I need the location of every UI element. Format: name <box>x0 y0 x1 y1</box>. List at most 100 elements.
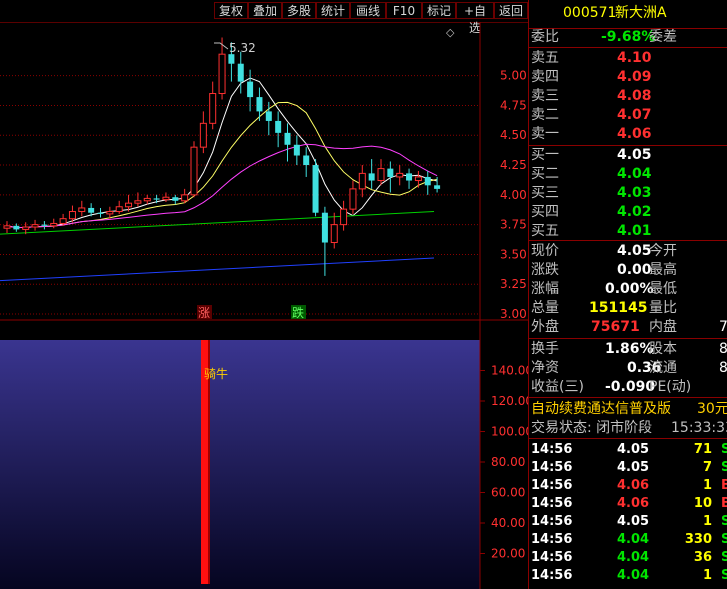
candle-body <box>424 176 431 186</box>
diamond-icon[interactable]: ◇ <box>446 26 455 39</box>
stat-row: 现价 4.05 今开 <box>529 242 727 261</box>
candle-body <box>106 211 114 215</box>
stat-label2: 最高 <box>649 262 677 278</box>
price-tick-label: 4.50 <box>500 128 527 142</box>
tick-row[interactable]: 14:56 4.05 71 S <box>529 441 727 459</box>
up-marker: 涨 <box>198 305 210 320</box>
candle-body <box>78 207 86 213</box>
ask-label: 卖三 <box>531 88 559 104</box>
candle-body <box>88 207 95 213</box>
tick-time: 14:56 <box>531 568 573 583</box>
stat-row: 净资 0.36 流通 8 <box>529 359 727 378</box>
promo-row[interactable]: 自动续费通达信普及版 30元 <box>529 400 727 419</box>
tick-price: 4.05 <box>617 514 650 529</box>
overlay-button[interactable]: 叠加 <box>248 2 282 19</box>
stat-label: 收益(三) <box>531 379 584 395</box>
stat-row: 总量 151145 量比 <box>529 299 727 318</box>
ask-price: 4.10 <box>617 50 652 66</box>
stock-code: 000571 <box>563 5 617 21</box>
promo-price[interactable]: 30元 <box>697 400 727 419</box>
bid-label: 买五 <box>531 223 559 239</box>
stat-label: 涨幅 <box>531 281 559 297</box>
indicator-axis-labels: 140.00 120.00 100.00 80.00 60.00 40.00 20.00 <box>480 364 528 561</box>
divider <box>529 338 727 339</box>
stat-label: 总量 <box>531 300 559 316</box>
back-button[interactable]: 返回 <box>494 2 528 19</box>
price-tick-label: 3.50 <box>500 247 527 261</box>
multi-stock-button[interactable]: 多股 <box>282 2 316 19</box>
tick-volume: 36 <box>693 550 712 565</box>
mark-button[interactable]: 标记 <box>422 2 456 19</box>
tick-price: 4.05 <box>617 460 650 475</box>
stat-value: 4.05 <box>617 243 652 259</box>
stat-value2: 7 <box>719 319 727 335</box>
weibi-row: 委比 -9.68% 委差 <box>529 28 727 47</box>
bid-label: 买二 <box>531 166 559 182</box>
weibi-value: -9.68% <box>601 29 656 45</box>
stat-label: 外盘 <box>531 319 559 335</box>
statistics-button[interactable]: 统计 <box>316 2 350 19</box>
signal-label: 骑牛 <box>204 366 228 381</box>
promo-text[interactable]: 自动续费通达信普及版 <box>531 400 671 419</box>
tick-row[interactable]: 14:56 4.05 1 S <box>529 513 727 531</box>
stat-label: 现价 <box>531 243 559 259</box>
divider <box>529 438 727 439</box>
stat-value: 0.00 <box>617 262 652 278</box>
candle-body <box>368 173 375 181</box>
ask-row: 卖二 4.07 <box>529 106 727 125</box>
candle-body <box>358 172 366 190</box>
tick-side: S <box>721 442 727 457</box>
grid-lines <box>0 75 480 315</box>
tick-row[interactable]: 14:56 4.04 36 S <box>529 549 727 567</box>
stat-value: 151145 <box>589 300 648 316</box>
tick-side: S <box>721 550 727 565</box>
bid-price: 4.05 <box>617 147 652 163</box>
tick-side: S <box>721 568 727 583</box>
candle-body <box>406 173 413 181</box>
candle-body <box>125 202 133 208</box>
bid-price: 4.02 <box>617 204 652 220</box>
bid-label: 买四 <box>531 204 559 220</box>
down-marker: 跌 <box>292 305 304 320</box>
candle-body <box>190 146 198 196</box>
f10-button[interactable]: F10 <box>386 2 422 19</box>
tick-volume: 7 <box>702 460 712 475</box>
bid-label: 买三 <box>531 185 559 201</box>
fuquan-button[interactable]: 复权 <box>214 2 248 19</box>
tick-price: 4.06 <box>617 496 650 511</box>
candle-body <box>330 224 338 244</box>
tick-side: S <box>721 460 727 475</box>
trade-time: 15:33:33 <box>671 420 727 436</box>
ma5-line <box>6 77 438 229</box>
candle-body <box>115 206 123 213</box>
kline-chart[interactable]: 5.00 4.75 4.50 4.25 4.00 3.75 3.50 3.25 3.00 140… <box>0 22 528 589</box>
tick-time: 14:56 <box>531 550 573 565</box>
candle-body <box>50 222 58 227</box>
ma120-line <box>0 257 435 282</box>
tick-volume: 1 <box>702 514 712 529</box>
ask-label: 卖二 <box>531 107 559 123</box>
tick-row[interactable]: 14:56 4.06 10 B <box>529 495 727 513</box>
stat-value: 75671 <box>591 319 640 335</box>
chart-toolbar: 复权 叠加 多股 统计 画线 F10 标记 +自选 返回 <box>0 0 528 35</box>
tick-row[interactable]: 14:56 4.04 1 S <box>529 567 727 585</box>
candle-body <box>199 122 207 148</box>
tick-time: 14:56 <box>531 496 573 511</box>
candle-body <box>153 198 160 200</box>
tick-price: 4.04 <box>617 550 650 565</box>
stat-label2: PE(动) <box>649 379 692 395</box>
price-tick-label: 3.75 <box>500 218 527 232</box>
tick-row[interactable]: 14:56 4.04 330 S <box>529 531 727 549</box>
tick-row[interactable]: 14:56 4.05 7 S <box>529 459 727 477</box>
bid-row: 买五 4.01 <box>529 222 727 241</box>
tick-row[interactable]: 14:56 4.06 1 B <box>529 477 727 495</box>
stat-value: 0.00% <box>605 281 654 297</box>
candle-body <box>414 176 422 182</box>
candle-body <box>31 224 39 228</box>
indicator-tick-label: 40.00 <box>491 516 525 530</box>
candle-body <box>97 212 104 214</box>
trade-status: 交易状态: 闭市阶段 <box>531 420 653 436</box>
draw-line-button[interactable]: 画线 <box>350 2 386 19</box>
add-favorite-button[interactable]: +自选 <box>456 2 494 35</box>
ask-row: 卖三 4.08 <box>529 87 727 106</box>
